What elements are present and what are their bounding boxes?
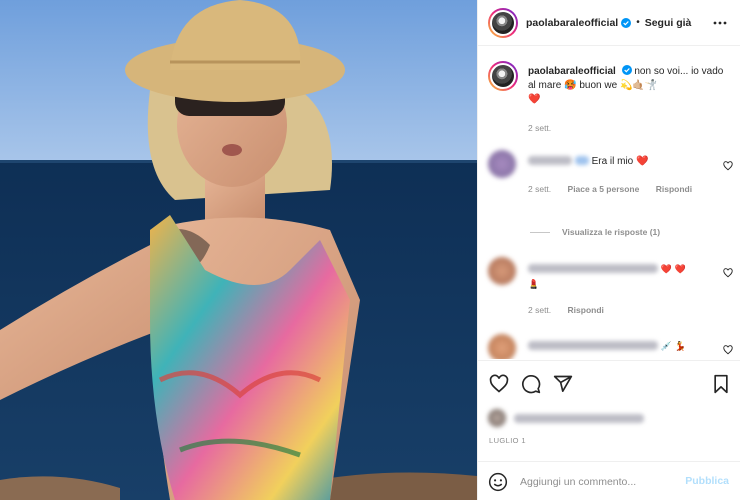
- caption-text: paolabaraleofficial non so voi... io vad…: [528, 65, 728, 107]
- separator-dot: •: [636, 17, 640, 28]
- caption-time: 2 sett.: [528, 123, 552, 133]
- author-avatar[interactable]: [488, 61, 518, 91]
- share-icon[interactable]: [553, 374, 573, 394]
- emoji-icon[interactable]: [488, 472, 508, 492]
- caption-heart: ❤️: [528, 94, 541, 105]
- post-header: paolabaraleofficial • Segui già: [478, 0, 740, 46]
- comment-meta: 2 sett. Piace a 5 persone Rispondi: [528, 184, 693, 194]
- comment-like-icon[interactable]: [723, 345, 733, 355]
- comment-text: Era il mio ❤️: [528, 155, 648, 169]
- commenter-username-blurred[interactable]: [528, 341, 658, 350]
- comment-text: 💉 💃: [528, 339, 686, 354]
- commenter-avatar[interactable]: [488, 150, 516, 178]
- comment-text: ❤️ ❤️ 💄: [528, 264, 686, 289]
- bookmark-icon[interactable]: [711, 374, 731, 394]
- comments-list[interactable]: paolabaraleofficial non so voi... io vad…: [478, 47, 740, 359]
- add-comment-bar: Aggiungi un commento... Pubblica: [478, 461, 740, 500]
- commenter-avatar[interactable]: [488, 334, 516, 359]
- comment-item: 💉 💃: [488, 334, 733, 359]
- verified-badge-icon: [621, 65, 632, 75]
- comment-meta: 2 sett. Rispondi: [528, 305, 604, 315]
- post-photo: [0, 0, 477, 500]
- post-date: LUGLIO 1: [489, 436, 526, 445]
- heart-icon[interactable]: [489, 374, 509, 394]
- post-media[interactable]: [0, 0, 477, 500]
- reply-button[interactable]: Rispondi: [656, 184, 692, 194]
- post-side-panel: paolabaraleofficial • Segui già paolabar…: [477, 0, 740, 500]
- commenter-username-blurred[interactable]: [528, 156, 572, 165]
- more-options-icon[interactable]: [713, 16, 727, 30]
- likes-summary-blurred[interactable]: [488, 408, 728, 428]
- comment-like-icon[interactable]: [723, 268, 733, 278]
- author-avatar[interactable]: [488, 7, 518, 38]
- following-button[interactable]: Segui già: [645, 17, 692, 29]
- comment-likes-count[interactable]: Piace a 5 persone: [568, 184, 640, 194]
- verified-badge-icon: [621, 17, 632, 28]
- comment-icon[interactable]: [521, 374, 541, 394]
- view-replies-button[interactable]: Visualizza le risposte (1): [530, 227, 660, 237]
- publish-button[interactable]: Pubblica: [685, 475, 729, 487]
- commenter-avatar[interactable]: [488, 257, 516, 285]
- comment-like-icon[interactable]: [723, 161, 733, 171]
- post-actions: LUGLIO 1 Aggiungi un commento... Pubblic…: [478, 360, 740, 500]
- caption-username[interactable]: paolabaraleofficial: [528, 66, 616, 77]
- comment-item: ❤️ ❤️ 💄 2 sett. Rispondi: [488, 257, 733, 327]
- author-username[interactable]: paolabaraleofficial: [526, 17, 618, 29]
- reply-button[interactable]: Rispondi: [568, 305, 604, 315]
- add-comment-input[interactable]: Aggiungi un commento...: [520, 476, 680, 488]
- commenter-username-blurred[interactable]: [528, 264, 658, 273]
